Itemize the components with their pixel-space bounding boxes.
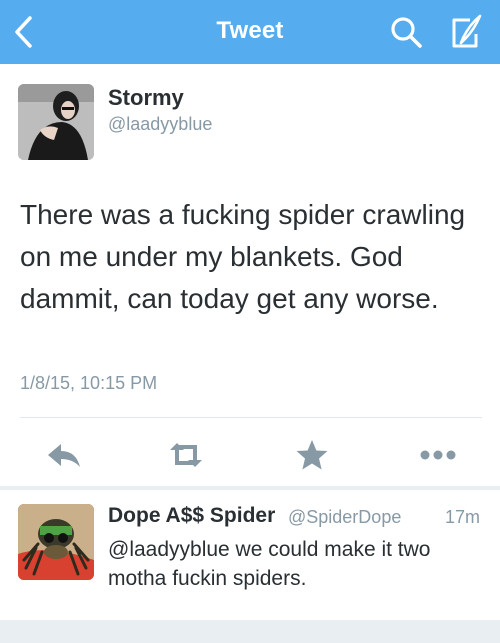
compose-icon [452, 14, 482, 48]
tweet-author: Stormy @laadyyblue [0, 64, 500, 174]
reply-author-avatar[interactable] [18, 504, 94, 580]
page-title: Tweet [216, 17, 284, 44]
top-navigation-bar: Tweet [0, 0, 500, 64]
bottom-strip [0, 620, 500, 643]
reply-button[interactable] [44, 435, 84, 475]
more-icon [420, 450, 456, 460]
divider [20, 417, 482, 418]
search-button[interactable] [388, 14, 424, 50]
retweet-button[interactable] [166, 435, 206, 475]
reply-icon [48, 444, 80, 467]
search-icon [391, 17, 422, 48]
reply-time: 17m [444, 507, 480, 527]
tweet-actions [0, 420, 500, 486]
author-photo [18, 84, 94, 160]
spider-photo [18, 504, 94, 580]
author-handle[interactable]: @laadyyblue [108, 114, 212, 135]
reply-text: @laadyyblue we could make it two motha f… [108, 538, 431, 590]
reply-author-name[interactable]: Dope A$$ Spider [108, 504, 275, 528]
favorite-button[interactable] [292, 435, 332, 475]
retweet-icon [170, 443, 202, 467]
author-name[interactable]: Stormy [108, 85, 184, 111]
favorite-icon [296, 440, 328, 470]
tweet-text: There was a fucking spider crawling on m… [20, 199, 466, 314]
author-avatar[interactable] [18, 84, 94, 160]
reply-tweet[interactable]: Dope A$$ Spider @SpiderDope 17m @laadyyb… [0, 490, 500, 620]
more-button[interactable] [418, 435, 458, 475]
tweet-timestamp: 1/8/15, 10:15 PM [20, 373, 158, 393]
compose-button[interactable] [446, 12, 486, 52]
reply-author-handle[interactable]: @SpiderDope [288, 507, 401, 528]
